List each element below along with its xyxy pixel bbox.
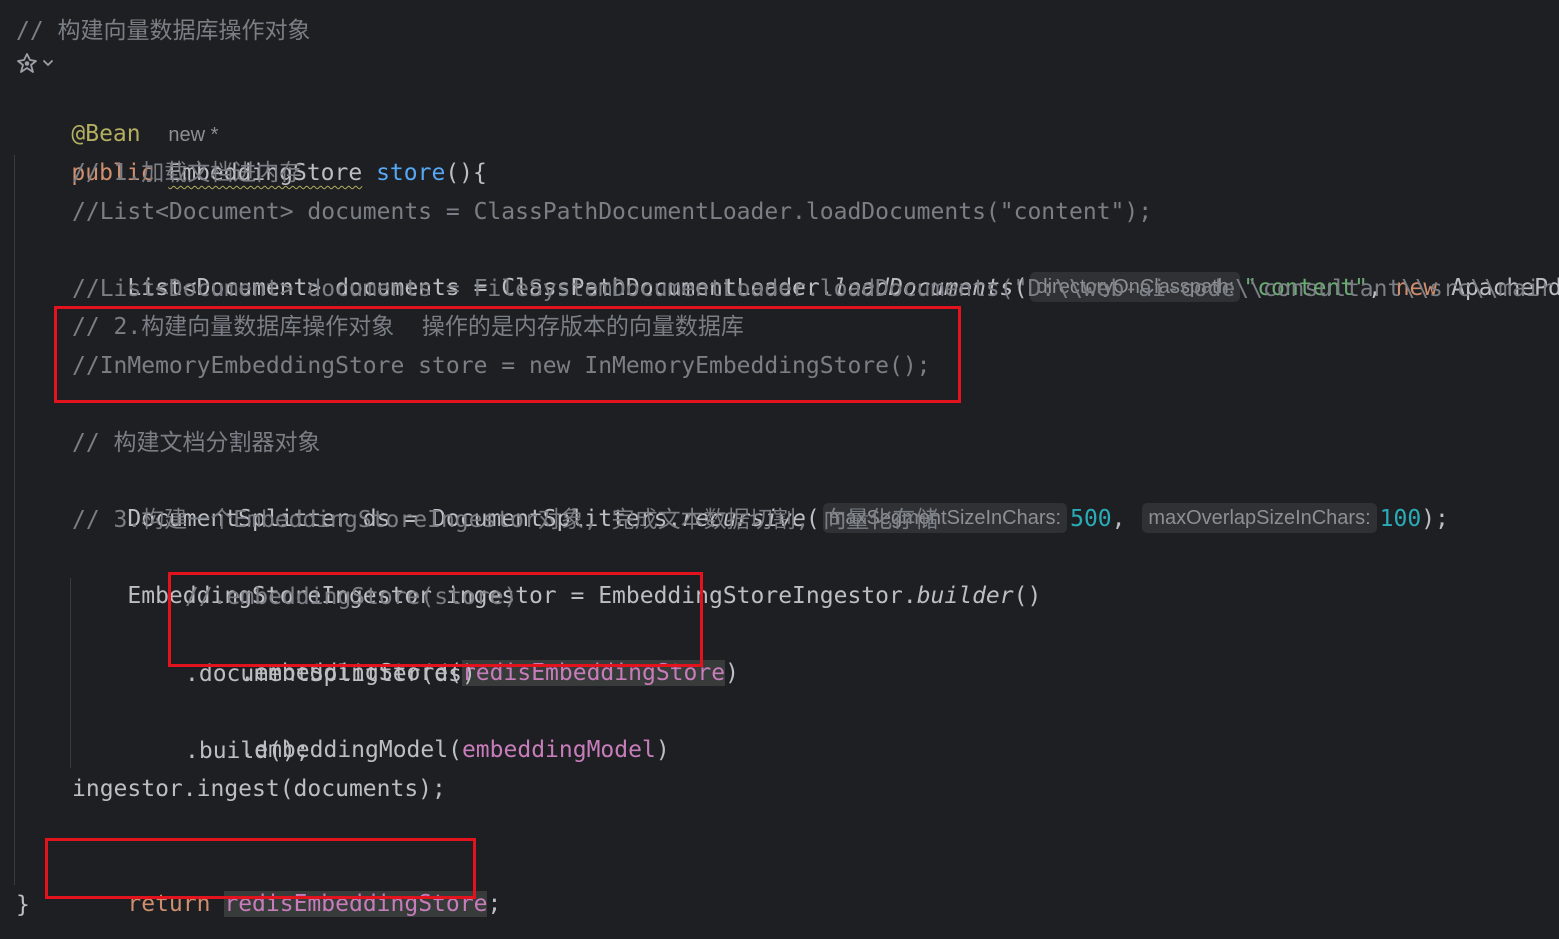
- ai-assistant-icon[interactable]: [16, 52, 56, 76]
- code-comment: //List<Document> documents = FileSystemD…: [72, 276, 1554, 302]
- code-text: ): [655, 737, 670, 763]
- number-literal: 500: [1070, 506, 1112, 532]
- indent-guide: [70, 578, 71, 768]
- field-reference[interactable]: embeddingModel: [462, 737, 656, 763]
- closing-brace: }: [16, 892, 30, 918]
- code-line: DocumentSplitter ds = DocumentSplitters.…: [72, 462, 1449, 533]
- code-comment: // 3.构建一个EmbeddingStoreIngestor对象, 完成文本数…: [72, 507, 939, 533]
- parameter-hint: maxOverlapSizeInChars:: [1142, 503, 1377, 533]
- highlight-box: [45, 838, 476, 899]
- code-comment: //List<Document> documents = ClassPathDo…: [72, 199, 1153, 225]
- code-text: (): [1013, 583, 1042, 609]
- number-literal: 100: [1379, 506, 1422, 532]
- code-text: ,: [1111, 506, 1140, 532]
- ai-assistant-icon: [17, 53, 53, 73]
- annotation-line: @Bean new *: [16, 77, 218, 147]
- indent-guide: [14, 155, 15, 885]
- chevron-down-icon: [43, 60, 53, 66]
- code-text: ): [725, 660, 739, 686]
- code-editor[interactable]: // 构建向量数据库操作对象 @Bean new * public Embedd…: [0, 0, 1559, 939]
- code-text: ;: [487, 891, 502, 917]
- method-signature: public EmbeddingStore store(){: [16, 116, 486, 186]
- code-comment: // 1.加载文档进内存: [72, 160, 303, 186]
- code-text: );: [1421, 506, 1449, 532]
- static-method[interactable]: builder: [917, 583, 1014, 609]
- highlight-box: [54, 306, 961, 403]
- code-comment: // 构建向量数据库操作对象: [16, 18, 311, 44]
- method-params: (){: [445, 160, 487, 186]
- code-line: .embeddingModel(embeddingModel): [185, 693, 669, 763]
- code-line: List<Document> documents = ClassPathDocu…: [72, 231, 1559, 302]
- code-line: ingestor.ingest(documents);: [72, 776, 446, 802]
- code-line: .build();: [185, 738, 310, 764]
- code-comment: // 构建文档分割器对象: [72, 430, 321, 456]
- method-name[interactable]: store: [376, 160, 445, 186]
- highlight-box: [168, 572, 703, 667]
